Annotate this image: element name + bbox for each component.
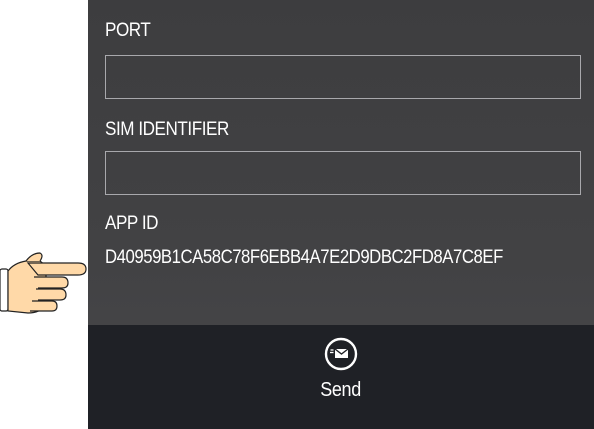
app-id-value: D40959B1CA58C78F6EBB4A7E2D9DBC2FD8A7C8EF [105,247,503,268]
port-input[interactable] [105,55,581,99]
pointing-hand-icon [0,252,87,314]
sim-identifier-label: SIM IDENTIFIER [105,119,229,140]
settings-panel: PORT SIM IDENTIFIER APP ID D40959B1CA58C… [88,0,594,429]
app-id-label: APP ID [105,213,159,234]
sim-identifier-input[interactable] [105,151,581,195]
send-button[interactable]: Send [291,337,391,421]
send-label: Send [320,379,362,401]
page: PORT SIM IDENTIFIER APP ID D40959B1CA58C… [0,0,594,429]
envelope-send-icon [324,337,358,371]
bottom-action-bar: Send [88,325,594,429]
port-label: PORT [105,20,151,41]
